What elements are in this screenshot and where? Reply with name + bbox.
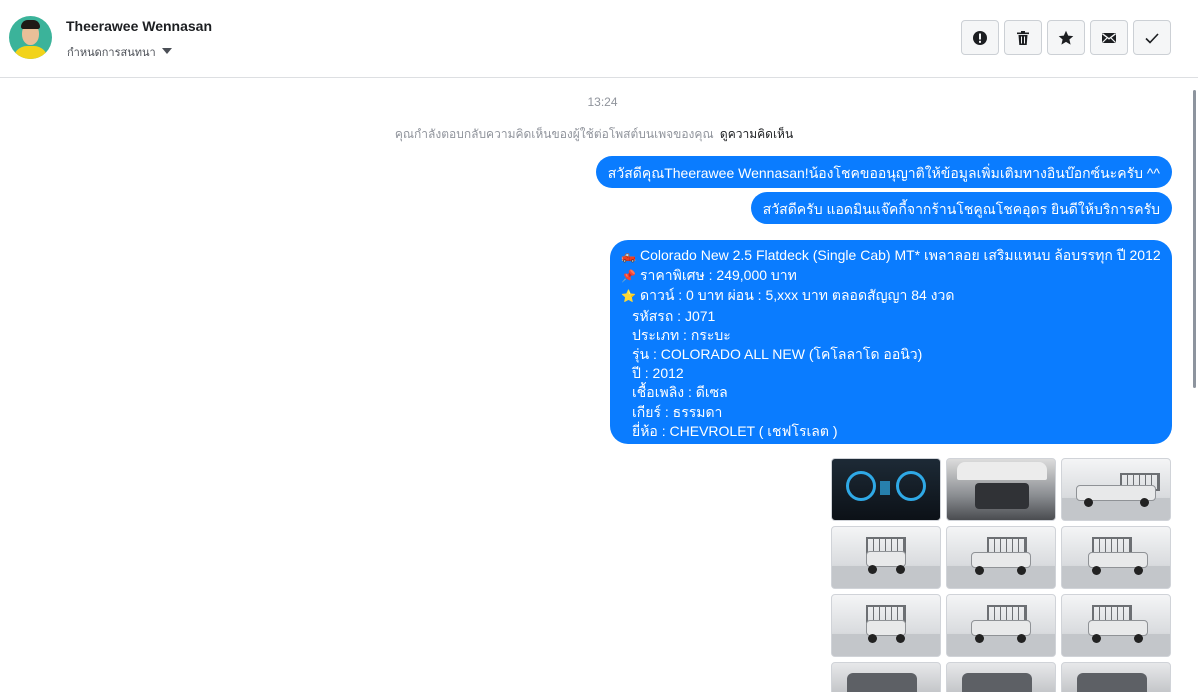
photo-gallery — [831, 458, 1171, 692]
reply-context-text: คุณกำลังตอบกลับความคิดเห็นของผู้ใช้ต่อโพ… — [394, 127, 714, 141]
truck-wheel — [1017, 634, 1026, 643]
exclamation-circle-icon — [973, 30, 987, 45]
studio-floor — [832, 634, 940, 656]
truck-wheel — [1092, 634, 1101, 643]
listing-line: ยี่ห้อ : CHEVROLET ( เชฟโรเลต ) — [632, 422, 838, 439]
truck-wheel — [896, 634, 905, 643]
interior-panel — [1077, 673, 1147, 692]
photo-front-view[interactable] — [831, 526, 941, 589]
truck-wheel — [975, 634, 984, 643]
engine-block — [975, 483, 1029, 509]
studio-floor — [947, 634, 1055, 656]
avatar-shirt — [13, 46, 48, 59]
listing-line: ปี : 2012 — [632, 365, 684, 382]
photo-rear-view[interactable] — [831, 594, 941, 657]
conversation-header: Theerawee Wennasan กำหนดการสนทนา — [0, 0, 1198, 78]
listing-line: ประเภท : กระบะ — [632, 326, 731, 343]
photo-side-view[interactable] — [1061, 458, 1171, 521]
listing-line: เกียร์ : ธรรมดา — [632, 403, 723, 420]
engine-hood — [957, 462, 1047, 480]
envelope-icon — [1102, 32, 1116, 43]
conversation-settings-label: กำหนดการสนทนา — [67, 47, 156, 57]
star-icon — [1058, 30, 1074, 45]
truck-wheel — [896, 565, 905, 574]
scrollbar[interactable] — [1193, 90, 1196, 388]
mark-done-button[interactable] — [1133, 20, 1171, 55]
truck-wheel — [1084, 498, 1093, 507]
photo-interior-2[interactable] — [946, 662, 1056, 692]
listing-line: เชื้อเพลิง : ดีเซล — [632, 384, 728, 401]
avatar-hair — [21, 20, 40, 29]
avatar[interactable] — [9, 16, 52, 59]
interior-panel — [847, 673, 917, 692]
caret-down-icon — [161, 48, 172, 54]
photo-interior-1[interactable] — [831, 662, 941, 692]
listing-line: 🛻 Colorado New 2.5 Flatdeck (Single Cab) … — [621, 246, 1162, 266]
studio-floor — [1062, 498, 1170, 520]
trash-icon — [1017, 30, 1029, 45]
pickup-truck-icon: 🛻 — [621, 249, 636, 263]
listing-line: รหัสรถ : J071 — [632, 307, 716, 324]
mark-spam-button[interactable] — [961, 20, 999, 55]
contact-name[interactable]: Theerawee Wennasan — [66, 18, 212, 34]
mark-unread-button[interactable] — [1090, 20, 1128, 55]
photo-side-angle[interactable] — [1061, 594, 1171, 657]
message-thread[interactable]: 13:24 คุณกำลังตอบกลับความคิดเห็นของผู้ใช… — [0, 78, 1198, 692]
truck-wheel — [1140, 498, 1149, 507]
gauge-right — [896, 471, 926, 501]
interior-panel — [962, 673, 1032, 692]
studio-floor — [947, 566, 1055, 588]
listing-message-bubble[interactable]: 🛻 Colorado New 2.5 Flatdeck (Single Cab) … — [610, 240, 1172, 444]
gauge-left — [846, 471, 876, 501]
photo-interior-3[interactable] — [1061, 662, 1171, 692]
studio-floor — [1062, 566, 1170, 588]
delete-button[interactable] — [1004, 20, 1042, 55]
listing-line: ⭐ ดาวน์ : 0 บาท ผ่อน : 5,xxx บาท ตลอดสัญญ… — [621, 286, 1162, 306]
listing-line: 📌 ราคาพิเศษ : 249,000 บาท — [621, 266, 1162, 286]
header-actions — [961, 20, 1171, 55]
photo-rear-angle[interactable] — [1061, 526, 1171, 589]
truck-wheel — [868, 634, 877, 643]
photo-front-angle-2[interactable] — [946, 594, 1056, 657]
truck-wheel — [1092, 566, 1101, 575]
star-emoji-icon: ⭐ — [621, 289, 636, 304]
truck-wheel — [868, 565, 877, 574]
listing-line: รุ่น : COLORADO ALL NEW (โคโลลาโด ออนิว) — [632, 346, 923, 363]
check-icon — [1145, 32, 1159, 44]
pushpin-icon: 📌 — [621, 269, 636, 284]
conversation-settings-dropdown[interactable]: กำหนดการสนทนา — [67, 43, 172, 57]
photo-engine[interactable] — [946, 458, 1056, 521]
message-bubble[interactable]: สวัสดีคุณTheerawee Wennasan!น้องโชคขออนุ… — [595, 156, 1172, 188]
gauge-center — [880, 481, 890, 495]
star-button[interactable] — [1047, 20, 1085, 55]
truck-wheel — [1017, 566, 1026, 575]
truck-wheel — [1134, 634, 1143, 643]
truck-wheel — [975, 566, 984, 575]
message-timestamp: 13:24 — [587, 95, 618, 109]
photo-front-angle[interactable] — [946, 526, 1056, 589]
photo-dashboard[interactable] — [831, 458, 941, 521]
studio-floor — [832, 566, 940, 588]
truck-wheel — [1134, 566, 1143, 575]
view-comment-link[interactable]: ดูความคิดเห็น — [720, 127, 793, 141]
reply-context-notice: คุณกำลังตอบกลับความคิดเห็นของผู้ใช้ต่อโพ… — [0, 125, 1188, 144]
message-bubble[interactable]: สวัสดีครับ แอดมินแจ๊คกี้จากร้านโชคูณโชคอ… — [750, 192, 1172, 224]
studio-floor — [1062, 634, 1170, 656]
